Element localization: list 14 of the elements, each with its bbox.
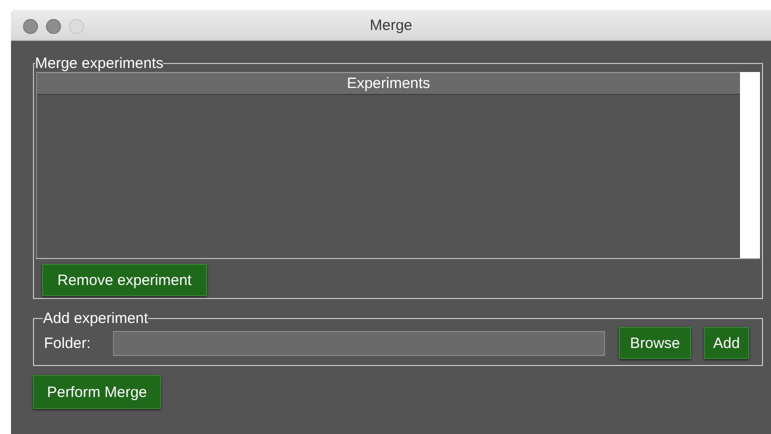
scrollbar[interactable] [740,72,760,258]
group-title: Add experiment [43,310,148,327]
add-button[interactable]: Add [704,327,749,359]
close-icon[interactable] [23,19,38,34]
column-header[interactable]: Experiments [37,73,740,94]
remove-experiment-button[interactable]: Remove experiment [42,264,207,296]
perform-merge-button[interactable]: Perform Merge [33,375,161,409]
folder-label: Folder: [44,334,92,352]
window-title: Merge [370,16,412,34]
zoom-icon[interactable] [69,19,84,34]
minimize-icon[interactable] [46,19,61,34]
folder-field[interactable] [113,330,605,356]
group-title: Merge experiments [35,55,164,72]
browse-button[interactable]: Browse [619,327,691,359]
